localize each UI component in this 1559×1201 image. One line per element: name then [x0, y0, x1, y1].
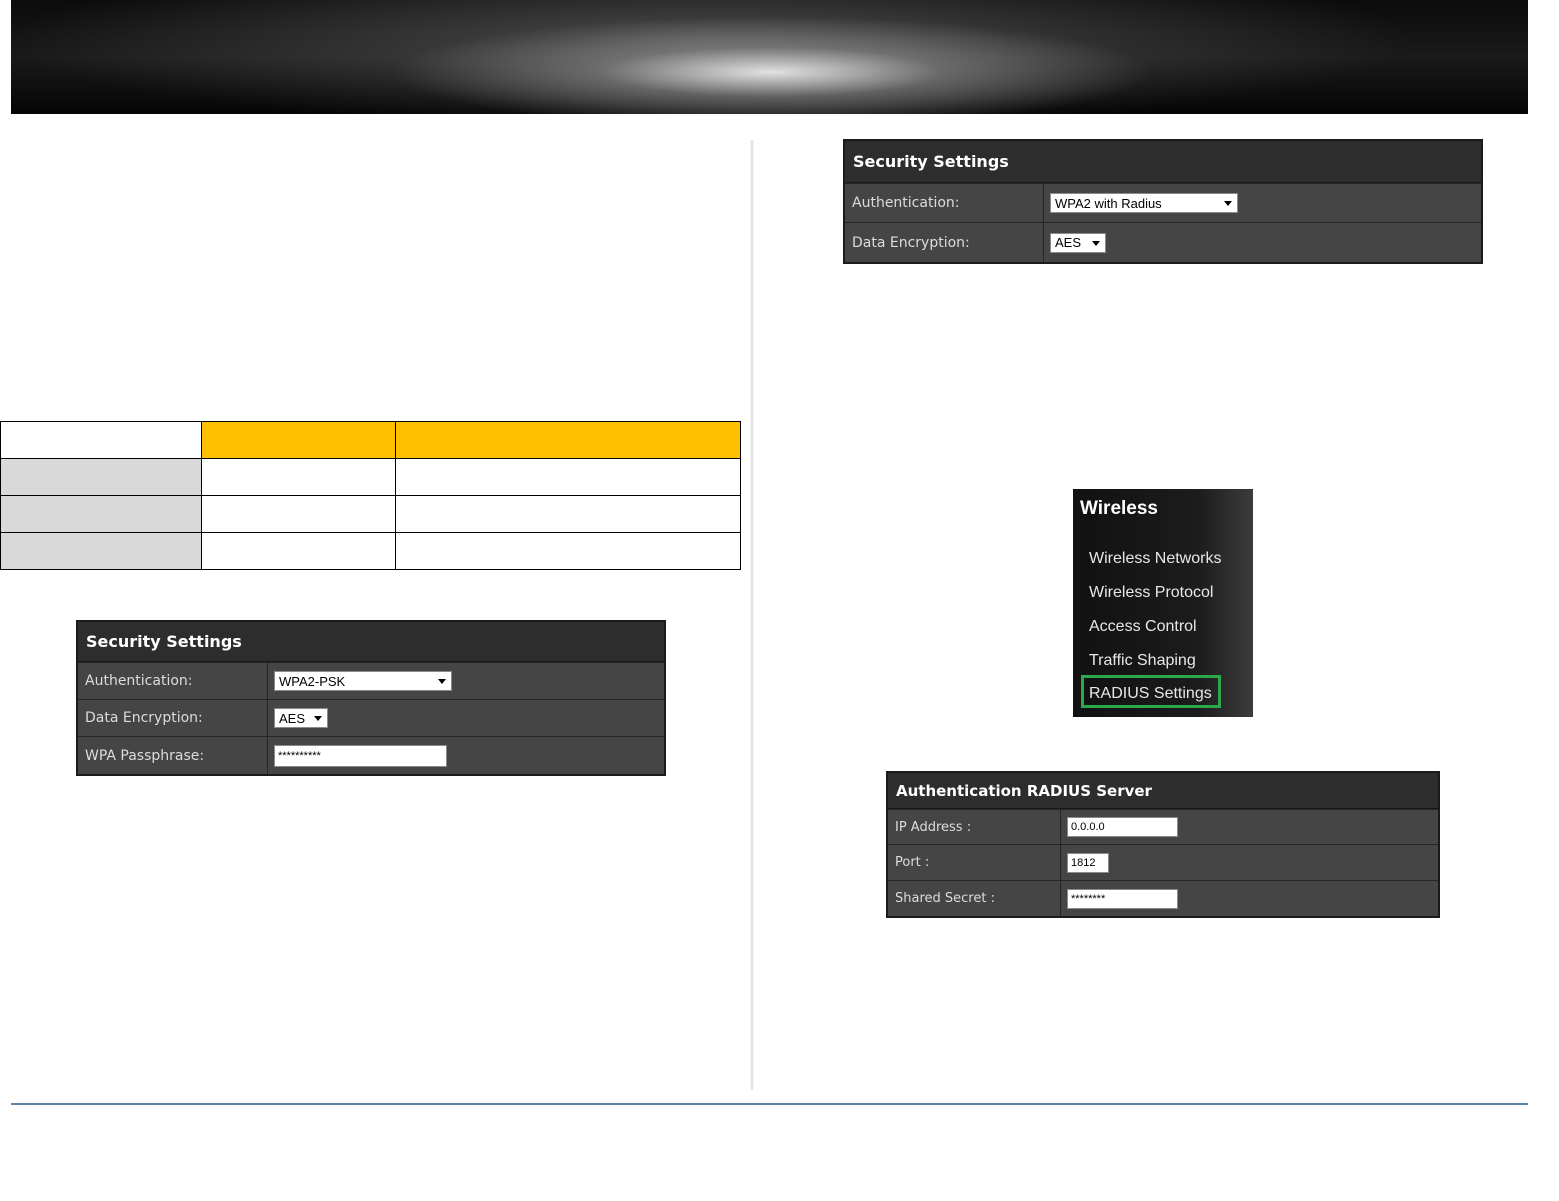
table-cell — [0, 421, 202, 459]
header-banner — [11, 0, 1528, 114]
authentication-select[interactable]: WPA2 with Radius — [1050, 193, 1238, 213]
encryption-label: Data Encryption: — [845, 223, 1044, 262]
table-cell — [0, 458, 202, 496]
wireless-menu-title: Wireless — [1080, 498, 1158, 519]
encryption-row: Data Encryption: AES — [78, 699, 664, 736]
port-label: Port : — [888, 845, 1061, 880]
radius-server-panel: Authentication RADIUS Server IP Address … — [886, 771, 1440, 918]
ip-address-row: IP Address : 0.0.0.0 — [888, 809, 1438, 844]
shared-secret-input[interactable]: ******** — [1067, 888, 1178, 909]
encryption-label: Data Encryption: — [78, 700, 268, 736]
footer-rule — [11, 1103, 1528, 1105]
encryption-select[interactable]: AES — [274, 708, 328, 728]
encryption-select-value: AES — [279, 710, 306, 726]
port-row: Port : 1812 — [888, 844, 1438, 880]
shared-secret-label: Shared Secret : — [888, 881, 1061, 916]
authentication-select-value: WPA2 with Radius — [1055, 195, 1162, 211]
wireless-menu: Wireless Wireless Networks Wireless Prot… — [1073, 489, 1253, 717]
table-cell — [0, 532, 202, 570]
column-divider — [750, 140, 754, 1090]
security-settings-radius-panel: Security Settings Authentication: WPA2 w… — [843, 139, 1483, 264]
table-cell — [395, 421, 741, 459]
authentication-row: Authentication: WPA2 with Radius — [845, 183, 1481, 222]
shared-secret-row: Shared Secret : ******** — [888, 880, 1438, 916]
port-input[interactable]: 1812 — [1067, 852, 1109, 873]
authentication-select[interactable]: WPA2-PSK — [274, 671, 452, 691]
ip-address-label: IP Address : — [888, 810, 1061, 844]
table-cell — [201, 458, 396, 496]
menu-item-wireless-networks[interactable]: Wireless Networks — [1089, 550, 1221, 568]
chevron-down-icon — [1092, 240, 1100, 246]
authentication-select-value: WPA2-PSK — [279, 673, 346, 689]
table-cell — [201, 532, 396, 570]
passphrase-row: WPA Passphrase: ********** — [78, 736, 664, 774]
table-cell — [395, 495, 741, 533]
table-cell — [201, 421, 396, 459]
passphrase-label: WPA Passphrase: — [78, 737, 268, 774]
menu-item-access-control[interactable]: Access Control — [1089, 618, 1197, 636]
table-cell — [0, 495, 202, 533]
encryption-select-value: AES — [1055, 235, 1082, 250]
chevron-down-icon — [1224, 201, 1232, 206]
encryption-select[interactable]: AES — [1050, 232, 1106, 253]
table-row — [0, 458, 741, 496]
panel-title: Authentication RADIUS Server — [888, 773, 1438, 809]
panel-title: Security Settings — [78, 622, 664, 662]
table-cell — [395, 458, 741, 496]
ip-address-input[interactable]: 0.0.0.0 — [1067, 817, 1178, 837]
table-cell — [201, 495, 396, 533]
menu-item-wireless-protocol[interactable]: Wireless Protocol — [1089, 584, 1213, 602]
encryption-row: Data Encryption: AES — [845, 222, 1481, 262]
table-row — [0, 532, 741, 570]
authentication-label: Authentication: — [845, 184, 1044, 222]
passphrase-input[interactable]: ********** — [274, 744, 447, 767]
security-settings-psk-panel: Security Settings Authentication: WPA2-P… — [76, 620, 666, 776]
table-row — [0, 495, 741, 533]
menu-item-traffic-shaping[interactable]: Traffic Shaping — [1089, 652, 1196, 670]
chevron-down-icon — [438, 679, 446, 684]
menu-item-radius-settings[interactable]: RADIUS Settings — [1089, 685, 1212, 703]
table-cell — [395, 532, 741, 570]
table-header-row — [0, 421, 741, 459]
panel-title: Security Settings — [845, 141, 1481, 183]
authentication-row: Authentication: WPA2-PSK — [78, 662, 664, 699]
authentication-label: Authentication: — [78, 663, 268, 699]
chevron-down-icon — [314, 716, 322, 721]
comparison-table — [0, 421, 741, 570]
